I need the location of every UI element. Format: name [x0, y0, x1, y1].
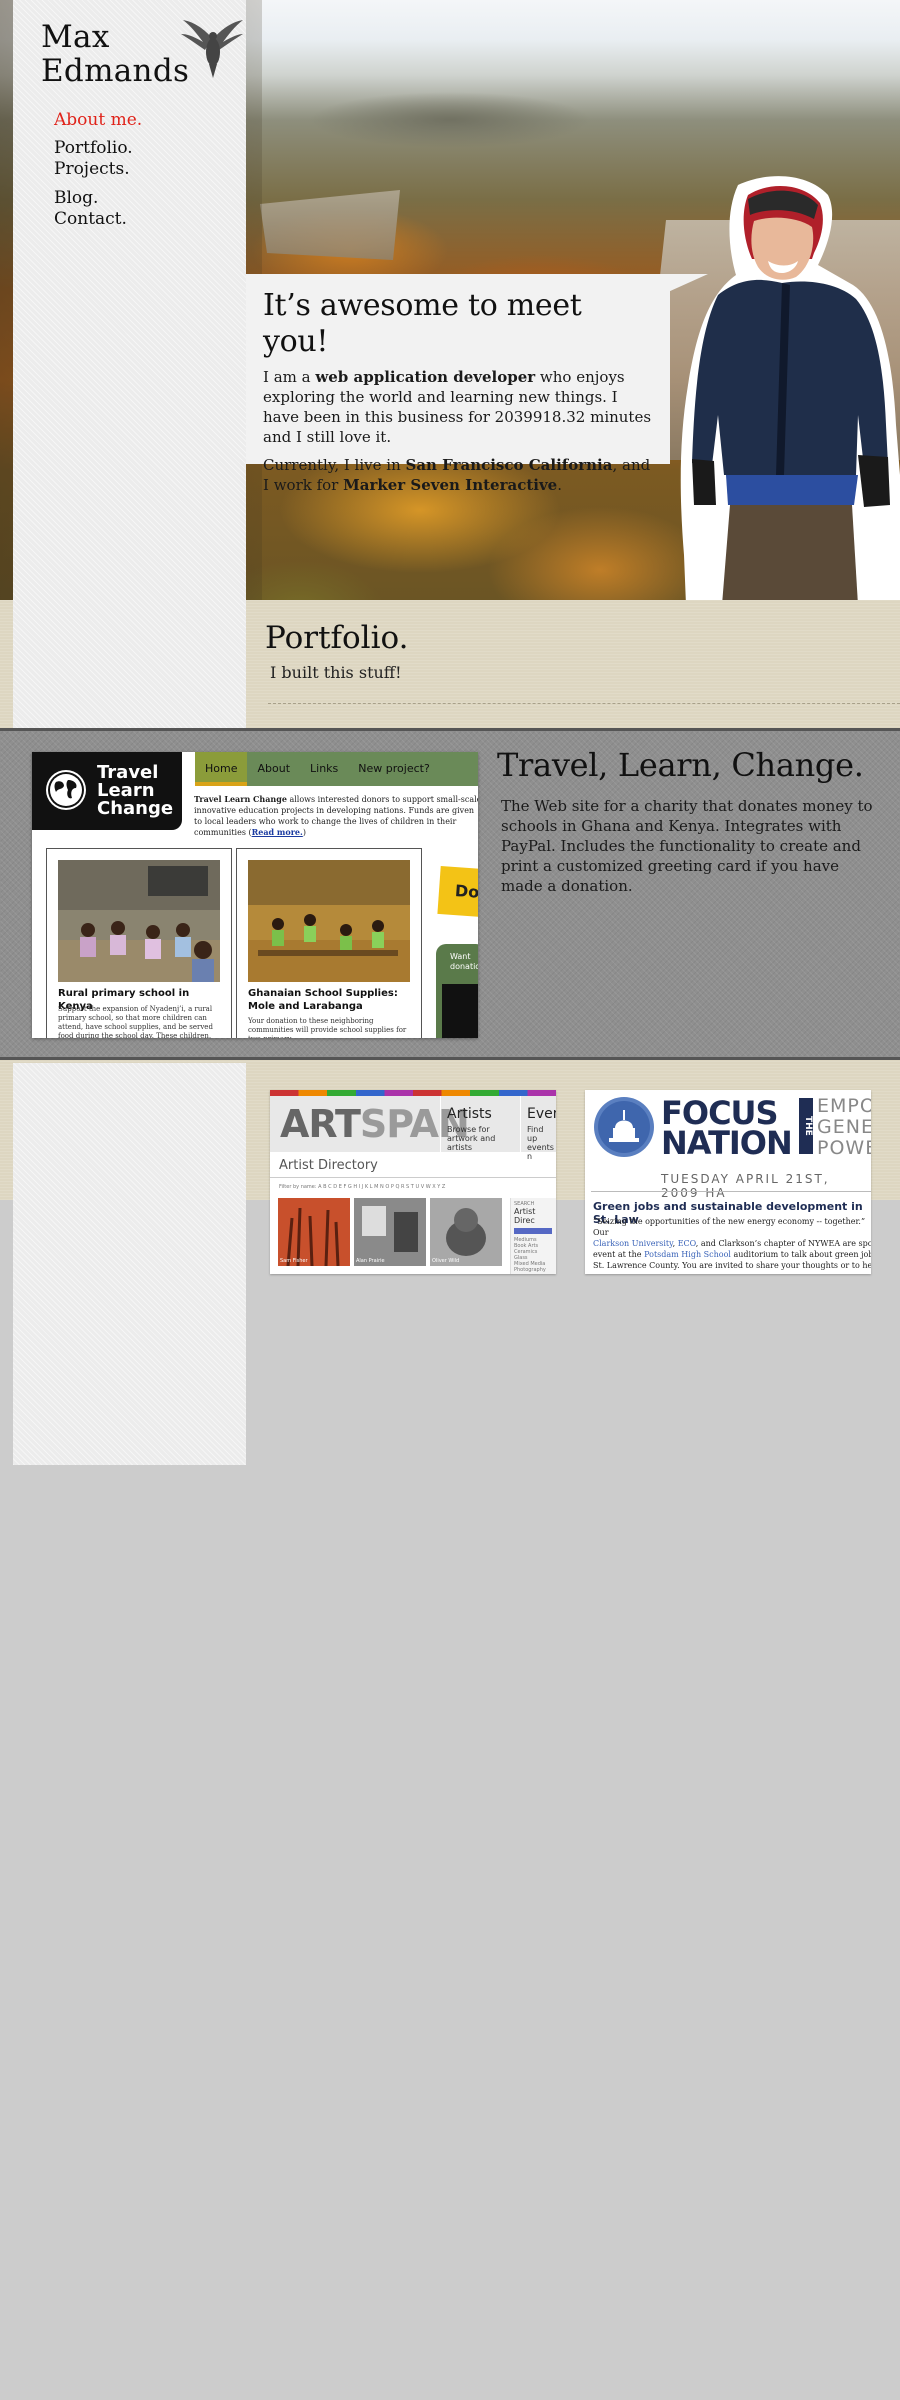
- nav-blog[interactable]: Blog.: [54, 188, 142, 209]
- bird-icon: [181, 20, 243, 78]
- focus-the-nation-thumbnail[interactable]: FOCUS NATION THE EMPO GENE POWE TUESDAY …: [585, 1090, 871, 1274]
- tlc-card-kenya: Rural primary school in Kenya Support th…: [46, 848, 232, 1038]
- tlc-nav-home: Home: [195, 752, 248, 786]
- tlc-nav-links: Links: [310, 762, 339, 775]
- artspan-events-col: Even Find up events n: [520, 1096, 556, 1161]
- portfolio-title: Portfolio.: [265, 620, 409, 656]
- the-label: THE: [799, 1098, 813, 1154]
- tlc-nav: Home About Links New project?: [195, 752, 478, 786]
- capitol-icon: [594, 1097, 654, 1157]
- sidebar-lower: [13, 1063, 246, 1465]
- focus-tagline: EMPO GENE POWE: [817, 1095, 871, 1159]
- tlc-donate-box: Want donation: [436, 944, 478, 1038]
- main-nav: About me. Portfolio. Projects. Blog. Con…: [54, 110, 142, 230]
- artspan-thumbnail[interactable]: ARTSPAN Artists Browse for artwork and a…: [270, 1090, 556, 1274]
- classroom-photo-ghana: [248, 860, 410, 982]
- tlc-nav-new-project: New project?: [358, 762, 430, 775]
- focus-nation-logo: FOCUS NATION: [661, 1094, 793, 1162]
- featured-title: Travel, Learn, Change.: [497, 746, 864, 784]
- intro-paragraph-2: Currently, I live in San Francisco Calif…: [263, 456, 651, 494]
- focus-divider: [591, 1191, 871, 1192]
- travel-learn-change-screenshot[interactable]: Travel Learn Change Home About Links New…: [32, 752, 478, 1038]
- page: Max Edmands About me. Portfolio. Project…: [0, 0, 900, 2400]
- site-last-name: Edmands: [41, 53, 190, 89]
- nav-contact[interactable]: Contact.: [54, 209, 142, 230]
- artwork-thumb: Sam Fisher: [278, 1198, 350, 1267]
- tlc-logo: Travel Learn Change: [32, 752, 182, 830]
- portrait-photo: [680, 176, 900, 600]
- artwork-thumb: Alan Prairie: [354, 1198, 426, 1266]
- dashed-divider: [268, 703, 900, 704]
- tlc-sticky-note: Do: [437, 865, 478, 919]
- artwork-thumb: Oliver Wild: [430, 1198, 502, 1266]
- portfolio-subtitle: I built this stuff!: [270, 663, 402, 682]
- site-name[interactable]: Max Edmands: [41, 20, 189, 88]
- classroom-photo: [58, 860, 220, 982]
- nav-about[interactable]: About me.: [54, 110, 142, 131]
- tlc-logo-text: Travel Learn Change: [97, 762, 174, 819]
- tlc-card-ghana: Ghanaian School Supplies: Mole and Larab…: [236, 848, 422, 1038]
- globe-icon: [46, 770, 86, 810]
- artspan-search-panel: SEARCH Artist Direc Mediums Book Arts Ce…: [510, 1198, 556, 1274]
- nav-projects[interactable]: Projects.: [54, 159, 142, 180]
- artspan-filter: Filter by name: A B C D E F G H I J K L …: [279, 1184, 446, 1190]
- intro-heading: It’s awesome to meet you!: [263, 288, 582, 359]
- intro-paragraph-1: I am a web application developer who enj…: [263, 368, 652, 446]
- tlc-nav-about: About: [257, 762, 291, 775]
- artspan-artists-col: Artists Browse for artwork and artists: [440, 1096, 520, 1152]
- site-first-name: Max: [41, 19, 110, 55]
- artspan-directory-heading: Artist Directory: [270, 1152, 556, 1178]
- event-date: TUESDAY APRIL 21ST, 2009 HA: [661, 1172, 830, 1200]
- intro-card: It’s awesome to meet you! I am a web app…: [246, 274, 670, 494]
- tlc-card-kenya-desc: Support the expansion of Nyadenj’i, a ru…: [58, 1005, 213, 1038]
- featured-description: The Web site for a charity that donates …: [501, 797, 873, 895]
- focus-body: “Seizing the opportunities of the new en…: [593, 1217, 871, 1270]
- tlc-blurb: Travel Learn Change allows interested do…: [194, 794, 478, 837]
- tlc-card-ghana-title: Ghanaian School Supplies: Mole and Larab…: [248, 988, 398, 1012]
- tlc-card-ghana-desc: Your donation to these neighboring commu…: [248, 1017, 407, 1038]
- nav-portfolio[interactable]: Portfolio.: [54, 138, 142, 159]
